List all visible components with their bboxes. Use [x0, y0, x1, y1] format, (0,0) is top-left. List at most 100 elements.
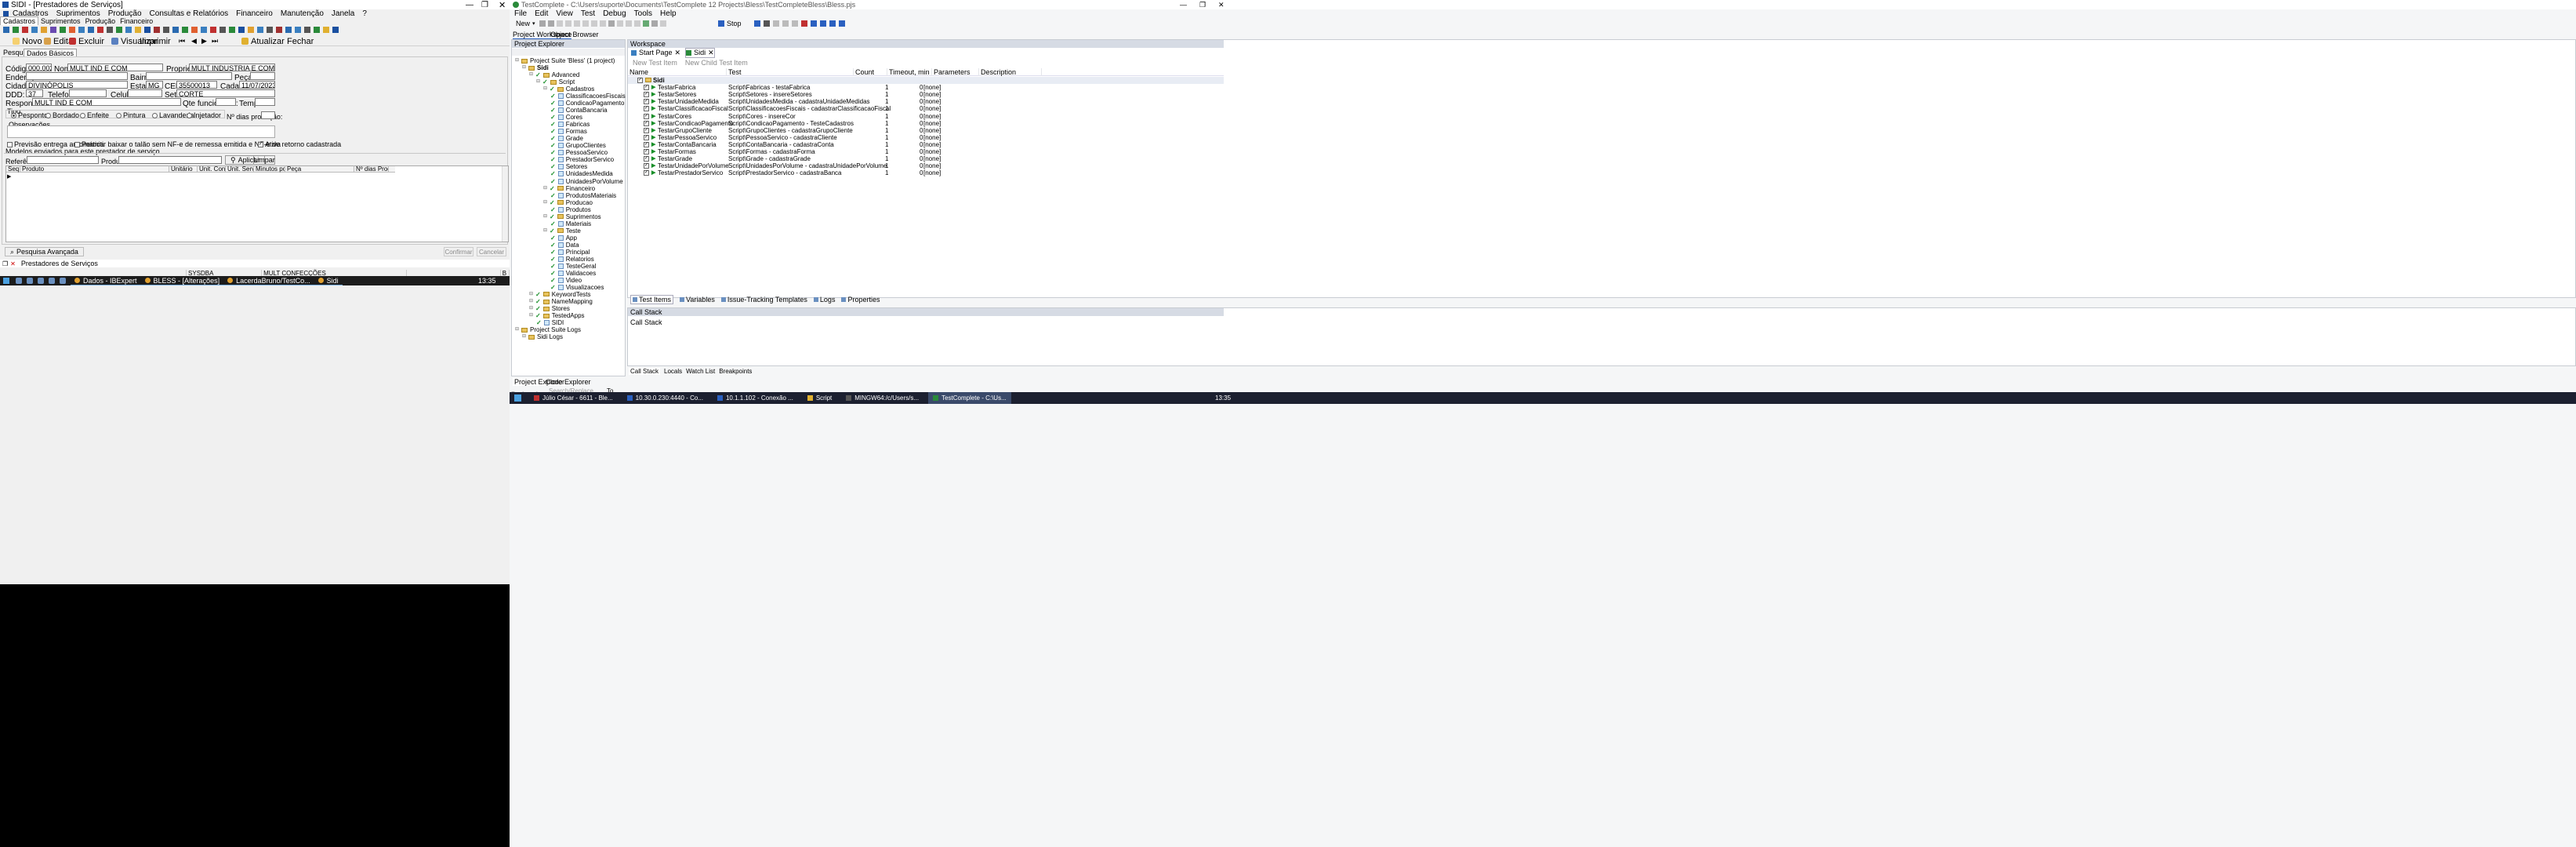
tree-node[interactable]: ✓ Fabricas: [550, 121, 590, 128]
expand-icon[interactable]: ⊟: [543, 199, 547, 206]
test-item-row[interactable]: ✓ ▶ TestarContaBancaria Script\ContaBancari…: [628, 141, 1224, 148]
tree-node[interactable]: ⊟ ✓ Financeiro: [543, 185, 595, 192]
toolbar-icon[interactable]: [69, 26, 75, 33]
grid-column-header[interactable]: Unitário: [169, 165, 198, 173]
toolbar-icon[interactable]: [220, 26, 226, 33]
toolbar-icon[interactable]: [201, 26, 207, 33]
tc-toolbar-icon[interactable]: [625, 20, 632, 27]
check-icon[interactable]: ✓: [550, 149, 556, 156]
mdi-restore-icon[interactable]: ❐: [2, 260, 8, 267]
check-icon[interactable]: ✓: [550, 114, 556, 121]
tree-node[interactable]: ✓ CondicaoPagamento: [550, 100, 624, 107]
tc-start-icon[interactable]: [514, 394, 521, 402]
expand-icon[interactable]: ⊟: [529, 312, 533, 319]
test-item-row[interactable]: ✓ ▶ TestarGrade Script\Grade - cadastraGrad…: [628, 155, 1224, 162]
taskbar-button[interactable]: Dados - IBExpert: [71, 276, 141, 285]
print-button[interactable]: Imprimir: [135, 37, 176, 46]
test-item-check-icon[interactable]: ✓: [644, 163, 649, 169]
toolbar-icon[interactable]: [163, 26, 169, 33]
tree-node[interactable]: ⊟ ✓ Cadastros: [543, 85, 594, 93]
tab-object-browser[interactable]: Object Browser: [550, 31, 599, 38]
ddd-field[interactable]: 37: [26, 89, 43, 97]
tree-node[interactable]: ✓ Data: [550, 242, 579, 249]
tab-code-explorer[interactable]: Code Explorer: [546, 378, 591, 386]
tree-node[interactable]: ✓ TesteGeral: [550, 263, 596, 270]
test-item-check-icon[interactable]: ✓: [644, 170, 649, 176]
check-icon[interactable]: ✓: [550, 107, 556, 114]
tc-toolbar-icon[interactable]: [633, 20, 640, 27]
tc-toolbar-icon[interactable]: [782, 20, 789, 27]
test-root-row[interactable]: ✓ Sidi: [628, 77, 1224, 84]
check-icon[interactable]: ✓: [550, 128, 556, 135]
expand-icon[interactable]: ⊟: [522, 64, 526, 71]
tc-toolbar-icon[interactable]: [599, 20, 606, 27]
nome-field[interactable]: MULT IND E COM: [67, 64, 163, 71]
check-icon[interactable]: ✓: [535, 312, 541, 319]
tree-node[interactable]: ✓ ClassificacoesFiscais: [550, 93, 626, 100]
produto-select[interactable]: [118, 156, 222, 164]
clear-filter-button[interactable]: Limpar: [253, 155, 275, 165]
pecas-field[interactable]: [250, 72, 275, 80]
test-column-header[interactable]: Name: [628, 67, 727, 76]
tree-node[interactable]: ⊟ Sidi: [522, 64, 549, 71]
test-column-header[interactable]: Count: [854, 67, 887, 76]
app-menu-icon[interactable]: [3, 11, 9, 16]
check-icon[interactable]: ✓: [550, 185, 555, 192]
check-icon[interactable]: ✓: [550, 121, 556, 128]
test-item-check-icon[interactable]: ✓: [644, 141, 649, 147]
test-column-header[interactable]: Description: [979, 67, 1042, 76]
tree-node[interactable]: ⊟ Sidi Logs: [522, 333, 563, 340]
toolbar-icon[interactable]: [50, 26, 56, 33]
taskbar-button[interactable]: LacerdaBruno/TestCo...: [223, 276, 314, 285]
check-icon[interactable]: ✓: [550, 213, 555, 220]
tc-toolbar-icon[interactable]: [829, 20, 836, 27]
module-tab[interactable]: Suprimentos: [38, 17, 83, 25]
module-tab[interactable]: Produção: [83, 17, 118, 25]
toolbar-icon[interactable]: [323, 26, 329, 33]
expand-icon[interactable]: ⊟: [522, 333, 526, 340]
tc-taskbar-button[interactable]: Script: [803, 392, 836, 404]
check-icon[interactable]: ✓: [535, 71, 541, 78]
confirm-button[interactable]: Confirmar: [444, 247, 473, 256]
tc-toolbar-icon[interactable]: [564, 20, 571, 27]
toolbar-icon[interactable]: [22, 26, 28, 33]
tree-node[interactable]: ⊟ ✓ Stores: [529, 305, 570, 312]
tc-toolbar-icon[interactable]: [582, 20, 589, 27]
tree-node[interactable]: ⊟ ✓ Teste: [543, 227, 581, 234]
check-icon[interactable]: ✓: [535, 291, 541, 298]
tree-node[interactable]: ⊟ ✓ Producao: [543, 199, 593, 206]
tipo-radio[interactable]: Enfeite: [80, 111, 109, 119]
test-item-row[interactable]: ✓ ▶ TestarPrestadorServico Script\Prestador…: [628, 169, 1224, 176]
test-item-row[interactable]: ✓ ▶ TestarUnidadePorVolume Script\UnidadesP…: [628, 162, 1224, 169]
tc-minimize-button[interactable]: —: [1180, 1, 1187, 9]
tc-toolbar-icon[interactable]: [792, 20, 798, 27]
toolbar-icon[interactable]: [285, 26, 292, 33]
grid-column-header[interactable]: Unit. Conserto: [198, 165, 226, 173]
check-icon[interactable]: ✓: [550, 227, 555, 234]
toolbar-icon[interactable]: [135, 26, 141, 33]
tc-close-button[interactable]: ✕: [1218, 1, 1225, 9]
tree-node[interactable]: ✓ UnidadesMedida: [550, 170, 613, 177]
celular-field[interactable]: [128, 89, 162, 97]
tc-toolbar-icon[interactable]: [773, 20, 779, 27]
taskbar-button[interactable]: BLESS - [Alterações]: [140, 276, 224, 285]
toolbar-icon[interactable]: [78, 26, 85, 33]
app-icon[interactable]: [60, 278, 66, 284]
taskbar-button[interactable]: Sidi: [314, 276, 343, 285]
ativa-checkbox[interactable]: ✓ Ativa: [258, 140, 281, 148]
tree-node[interactable]: ✓ Principal: [550, 249, 590, 256]
grid-scrollbar[interactable]: [502, 166, 508, 242]
workspace-bottom-tab[interactable]: Test Items: [630, 295, 674, 304]
toolbar-icon[interactable]: [144, 26, 151, 33]
toolbar-icon[interactable]: [304, 26, 310, 33]
task-view-icon[interactable]: [27, 278, 33, 284]
test-item-check-icon[interactable]: ✓: [644, 106, 649, 112]
sidi-tab-close-icon[interactable]: ✕: [708, 49, 714, 57]
check-icon[interactable]: ✓: [550, 100, 556, 107]
endereco-field[interactable]: [26, 72, 128, 80]
tab-start-page[interactable]: Start Page ✕: [631, 49, 680, 57]
test-item-row[interactable]: ✓ ▶ TestarClassificacaoFiscal Script\Classi…: [628, 105, 1224, 112]
check-icon[interactable]: ✓: [550, 263, 556, 270]
grid-column-header[interactable]: Seq.: [6, 165, 20, 173]
tc-menu-item[interactable]: Debug: [603, 9, 626, 18]
